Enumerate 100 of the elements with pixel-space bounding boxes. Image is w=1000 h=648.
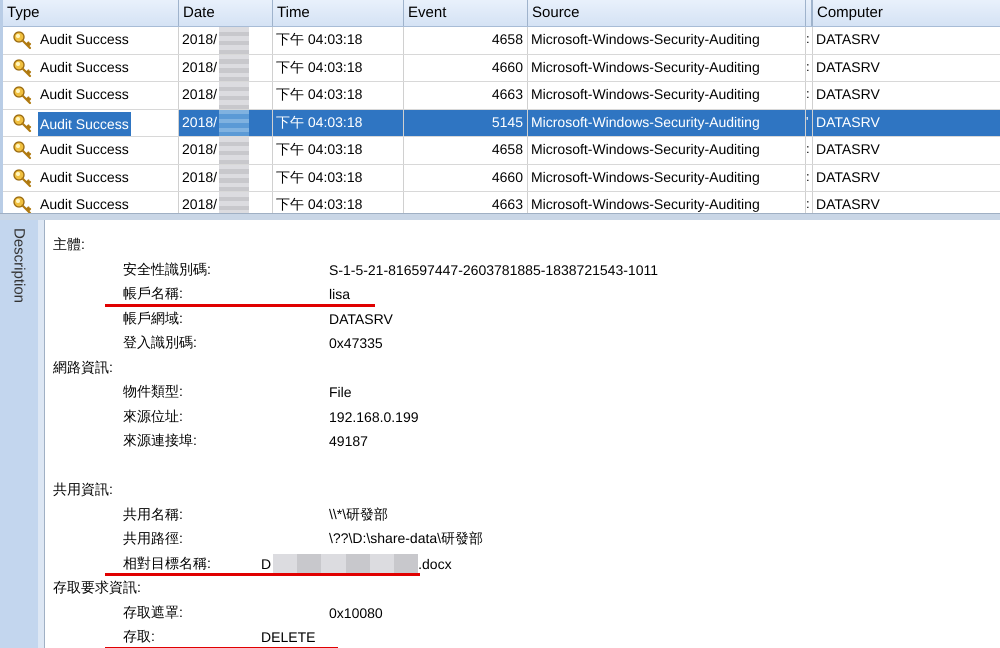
field-value: \\*\研發部 bbox=[329, 506, 388, 524]
table-cell: 5145 bbox=[492, 114, 523, 130]
field-value: S-1-5-21-816597447-2603781885-1838721543-1011 bbox=[329, 262, 658, 278]
table-cell: DATASRV bbox=[816, 141, 880, 157]
key-icon bbox=[12, 58, 32, 78]
table-cell: : bbox=[806, 86, 810, 101]
table-cell: Microsoft-Windows-Security-Auditing bbox=[531, 196, 760, 212]
blurred-area bbox=[219, 82, 250, 108]
field-label: 登入識別碼: bbox=[123, 334, 198, 352]
field-value: 192.168.0.199 bbox=[329, 408, 419, 425]
event-type: Audit Success bbox=[40, 85, 129, 104]
table-cell: 4658 bbox=[492, 141, 523, 157]
blurred-area bbox=[219, 192, 250, 213]
table-cell: Microsoft-Windows-Security-Auditing bbox=[531, 141, 760, 157]
table-cell: 2018/ bbox=[182, 114, 218, 130]
table-cell: 2018/ bbox=[182, 86, 218, 102]
blurred-area bbox=[219, 54, 250, 81]
field-value: \??\D:\share-data\研發部 bbox=[329, 530, 484, 548]
table-cell: Microsoft-Windows-Security-Auditing bbox=[531, 168, 760, 184]
table-cell: 下午 04:03:18 bbox=[276, 168, 362, 186]
table-cell: 2018/ bbox=[182, 196, 218, 212]
table-cell: DATASRV bbox=[816, 58, 880, 74]
table-cell: 4660 bbox=[492, 58, 523, 74]
table-cell: DATASRV bbox=[816, 196, 880, 212]
key-icon bbox=[12, 85, 32, 105]
table-cell: 下午 04:03:18 bbox=[276, 58, 362, 76]
field-value: 49187 bbox=[329, 433, 368, 450]
section-heading: 主體: bbox=[53, 236, 85, 254]
event-type: Audit Success bbox=[40, 140, 129, 159]
table-row[interactable]: Audit Success 2018/ 下午 04:03:18 4660 Microsoft-Windows-Security-Auditing : DATASRV bbox=[3, 164, 1000, 192]
field-value: 0x47335 bbox=[329, 335, 383, 352]
field-value: DATASRV bbox=[329, 310, 393, 327]
key-icon bbox=[12, 168, 32, 188]
table-row[interactable]: Audit Success 2018/ 下午 04:03:18 4658 Microsoft-Windows-Security-Auditing : DATASRV bbox=[3, 137, 1000, 164]
table-cell: 2018/ bbox=[182, 31, 218, 47]
event-type: Audit Success bbox=[38, 112, 131, 136]
key-icon bbox=[12, 112, 32, 132]
table-cell: 下午 04:03:18 bbox=[276, 141, 362, 159]
table-row[interactable]: Audit Success 2018/ 下午 04:03:18 5145 Microsoft-Windows-Security-Auditing ' DATASRV bbox=[3, 110, 1000, 137]
table-cell: Microsoft-Windows-Security-Auditing bbox=[531, 114, 760, 130]
table-cell: : bbox=[806, 58, 810, 74]
column-header[interactable]: Date bbox=[179, 0, 273, 26]
blurred-area bbox=[219, 27, 250, 54]
field-value: File bbox=[329, 384, 352, 400]
field-label: 存取遮罩: bbox=[123, 604, 184, 622]
section-heading: 存取要求資訊: bbox=[53, 579, 141, 598]
table-cell: 2018/ bbox=[182, 58, 218, 74]
field-label: 相對目標名稱: bbox=[123, 554, 212, 573]
key-icon bbox=[12, 30, 32, 50]
field-label: 存取: bbox=[123, 628, 156, 646]
column-header[interactable]: Computer bbox=[813, 0, 1000, 26]
field-label: 帳戶名稱: bbox=[123, 285, 184, 304]
field-label: 安全性識別碼: bbox=[123, 260, 212, 279]
table-cell: 4658 bbox=[492, 31, 523, 47]
column-header[interactable]: Time bbox=[273, 0, 404, 26]
event-type: Audit Success bbox=[40, 195, 129, 213]
field-label: 帳戶網域: bbox=[123, 310, 184, 328]
table-cell: Microsoft-Windows-Security-Auditing bbox=[531, 31, 760, 47]
column-header[interactable]: Type bbox=[3, 0, 179, 26]
table-cell: Microsoft-Windows-Security-Auditing bbox=[531, 58, 760, 74]
table-cell: 下午 04:03:18 bbox=[276, 114, 362, 132]
event-type: Audit Success bbox=[40, 30, 129, 49]
table-cell: 2018/ bbox=[182, 168, 218, 184]
field-value: .docx bbox=[418, 556, 452, 572]
section-heading: 網路資訊: bbox=[53, 358, 113, 377]
table-cell: : bbox=[806, 196, 810, 211]
blurred-area bbox=[219, 137, 250, 164]
key-icon bbox=[12, 140, 32, 160]
description-tab[interactable]: Description bbox=[10, 220, 28, 304]
field-label: 共用名稱: bbox=[123, 506, 184, 524]
table-cell: : bbox=[806, 31, 810, 46]
table-cell: ' bbox=[806, 114, 808, 128]
table-cell: DATASRV bbox=[816, 114, 880, 130]
table-cell: DATASRV bbox=[816, 31, 880, 47]
field-value: lisa bbox=[329, 286, 350, 302]
column-header[interactable]: Event bbox=[404, 0, 528, 26]
field-value: D bbox=[261, 556, 272, 572]
table-cell: DATASRV bbox=[816, 168, 880, 184]
blurred-area bbox=[219, 110, 250, 136]
table-row[interactable]: Audit Success 2018/ 下午 04:03:18 4663 Microsoft-Windows-Security-Auditing : DATASRV bbox=[3, 82, 1000, 110]
table-cell: 4660 bbox=[492, 168, 523, 184]
table-cell: 下午 04:03:18 bbox=[276, 196, 362, 213]
column-header[interactable]: Source bbox=[528, 0, 806, 26]
field-label: 物件類型: bbox=[123, 383, 184, 402]
blurred-area bbox=[219, 164, 250, 191]
event-type: Audit Success bbox=[40, 58, 129, 76]
table-cell: DATASRV bbox=[816, 86, 880, 102]
table-cell: 2018/ bbox=[182, 141, 218, 157]
splitter-bar[interactable] bbox=[0, 213, 1000, 220]
table-cell: 4663 bbox=[492, 196, 523, 212]
table-cell: 4663 bbox=[492, 86, 523, 102]
field-value: 0x10080 bbox=[329, 604, 383, 621]
table-cell: : bbox=[806, 141, 810, 156]
table-row[interactable]: Audit Success 2018/ 下午 04:03:18 4660 Microsoft-Windows-Security-Auditing : DATASRV bbox=[3, 54, 1000, 82]
table-cell: 下午 04:03:18 bbox=[276, 31, 362, 49]
field-label: 來源連接埠: bbox=[123, 432, 198, 450]
table-row[interactable]: Audit Success 2018/ 下午 04:03:18 4658 Microsoft-Windows-Security-Auditing : DATASRV bbox=[3, 27, 1000, 54]
section-heading: 共用資訊: bbox=[53, 481, 113, 500]
field-value: DELETE bbox=[261, 629, 316, 646]
field-label: 來源位址: bbox=[123, 408, 184, 426]
